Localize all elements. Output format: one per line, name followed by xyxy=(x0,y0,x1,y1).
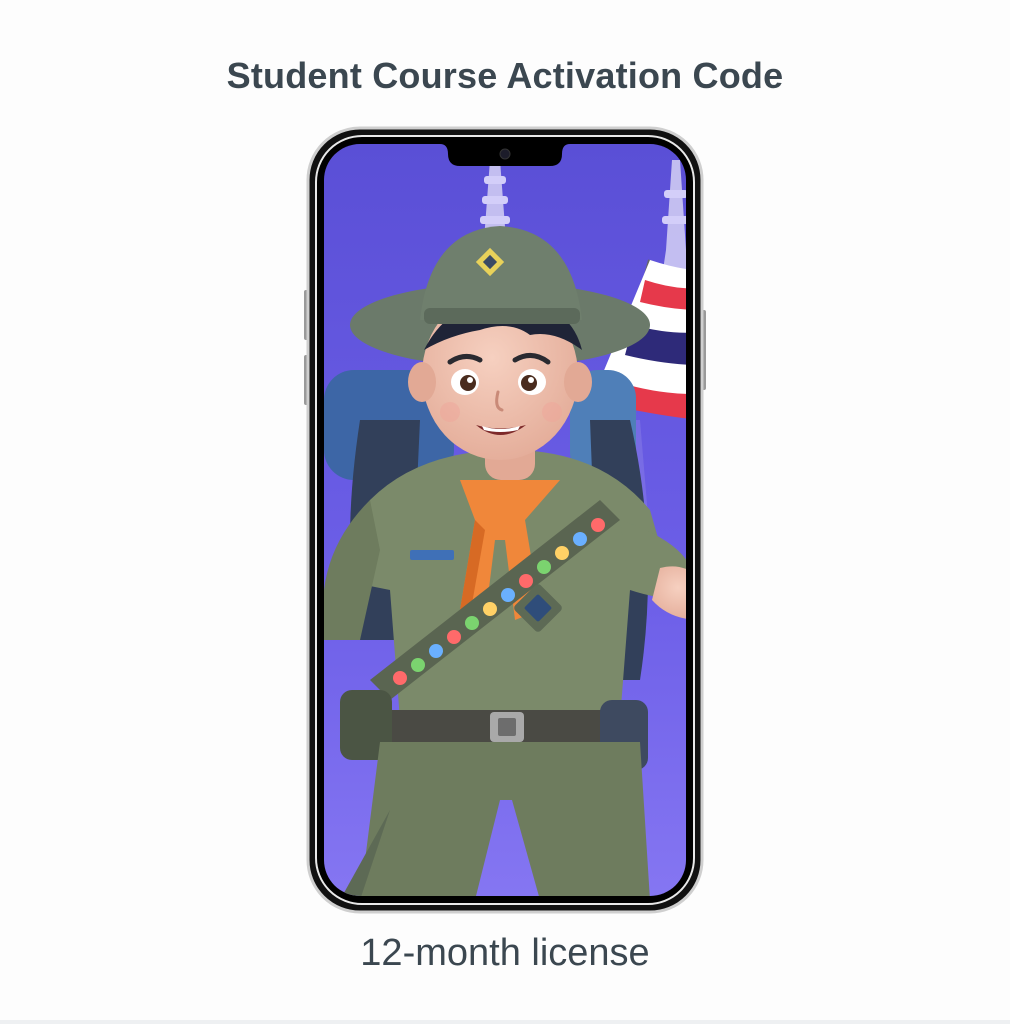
product-card: Student Course Activation Code 12-month … xyxy=(0,0,1010,1024)
page-title: Student Course Activation Code xyxy=(226,55,784,96)
front-camera-icon xyxy=(499,148,511,160)
divider xyxy=(0,1020,1010,1024)
phone-screen xyxy=(324,144,686,896)
license-caption: 12-month license xyxy=(360,932,650,974)
smartphone-mockup xyxy=(304,126,706,914)
